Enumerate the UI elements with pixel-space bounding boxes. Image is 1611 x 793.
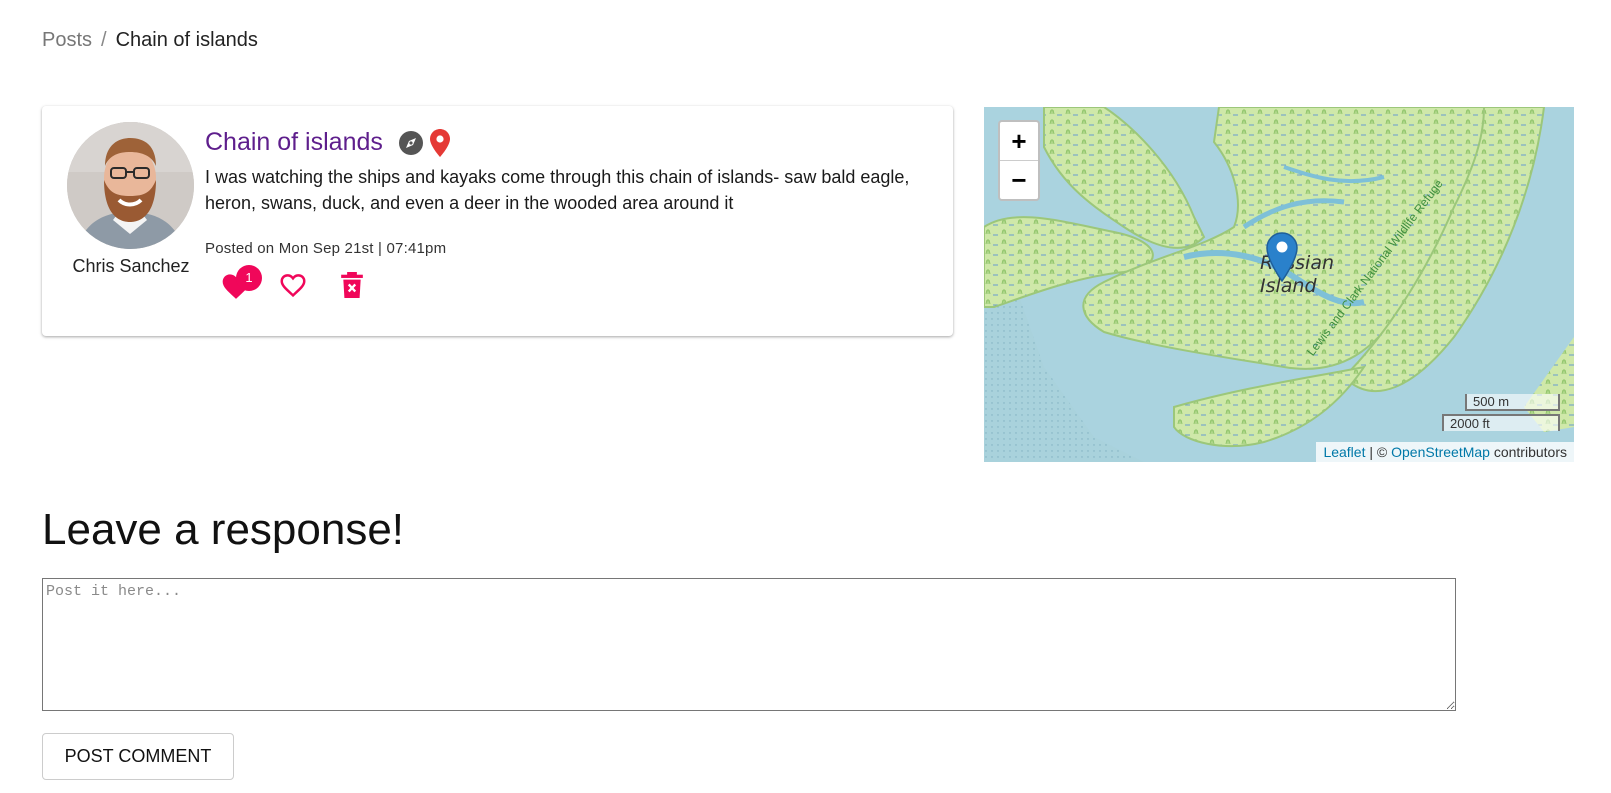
attribution-suffix: contributors	[1489, 444, 1567, 460]
map-pin-icon[interactable]	[430, 129, 450, 162]
post-title[interactable]: Chain of islands	[205, 128, 383, 157]
avatar	[67, 122, 194, 249]
author-name: Chris Sanchez	[72, 256, 190, 276]
post-body: I was watching the ships and kayaks come…	[205, 167, 910, 213]
attribution-sep: | ©	[1365, 444, 1392, 460]
zoom-control: + −	[998, 120, 1040, 201]
post-timestamp: Posted on Mon Sep 21st | 07:41pm	[205, 240, 447, 257]
post-comment-button[interactable]: POST COMMENT	[42, 733, 234, 780]
comment-textarea[interactable]	[42, 578, 1456, 711]
delete-button[interactable]	[339, 270, 365, 305]
trash-icon	[339, 272, 365, 304]
scale-metric: 500 m	[1465, 394, 1560, 411]
map-attribution: Leaflet | © OpenStreetMap contributors	[1316, 442, 1574, 462]
zoom-in-button[interactable]: +	[1000, 122, 1038, 161]
zoom-out-button[interactable]: −	[1000, 161, 1038, 199]
post-card: Chris Sanchez Chain of islands I was wat…	[42, 106, 953, 336]
osm-link[interactable]: OpenStreetMap	[1391, 444, 1490, 460]
map-marker-icon[interactable]	[1266, 232, 1298, 287]
breadcrumb: Posts / Chain of islands	[42, 29, 258, 52]
breadcrumb-posts-link[interactable]: Posts	[42, 29, 92, 51]
breadcrumb-separator: /	[101, 29, 107, 51]
location-map[interactable]: Russian Island Lewis and Clark National …	[984, 107, 1574, 462]
response-heading: Leave a response!	[42, 505, 405, 554]
like-button[interactable]	[278, 270, 308, 305]
breadcrumb-current: Chain of islands	[115, 29, 258, 51]
likes-button[interactable]: 1	[220, 265, 262, 305]
compass-icon[interactable]	[398, 130, 424, 161]
title-icons	[398, 129, 450, 162]
scale-imperial: 2000 ft	[1442, 414, 1560, 431]
leaflet-link[interactable]: Leaflet	[1323, 444, 1365, 460]
heart-outline-icon	[278, 274, 308, 304]
like-count-badge: 1	[236, 265, 262, 291]
